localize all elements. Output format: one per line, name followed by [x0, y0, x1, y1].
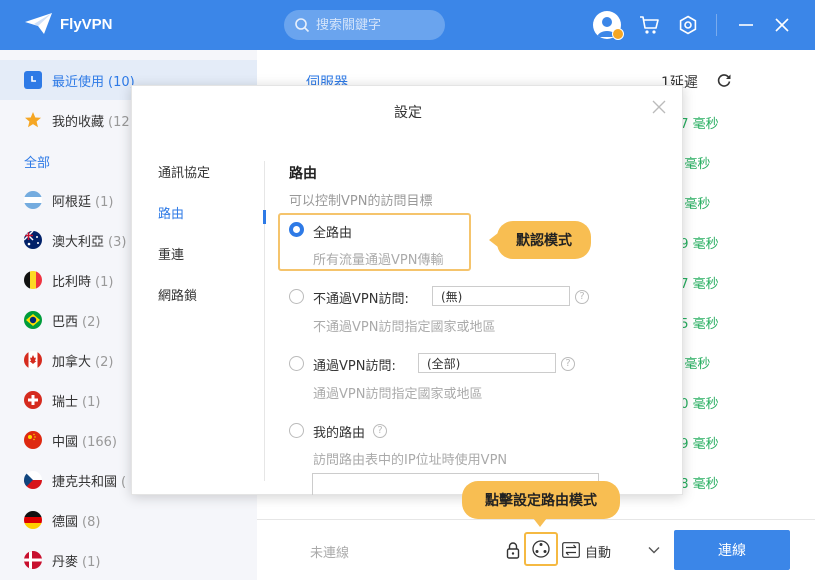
sidebar-item-count: (1): [95, 194, 114, 210]
section-subtitle: 可以控制VPN的訪問目標: [289, 194, 433, 209]
gear-icon: [679, 15, 697, 35]
brazil-flag-icon: [24, 311, 42, 329]
dialog-title: 設定: [394, 105, 422, 121]
route-mode-button[interactable]: [524, 532, 558, 566]
canada-flag-icon: [24, 351, 42, 369]
close-icon[interactable]: [650, 98, 668, 116]
option-label: 不通過VPN訪問:: [313, 292, 409, 307]
sidebar-item-label: 瑞士: [52, 394, 79, 410]
refresh-icon[interactable]: [716, 72, 732, 88]
china-flag-icon: [24, 431, 42, 449]
chevron-down-icon[interactable]: [648, 546, 660, 554]
section-title: 路由: [289, 166, 317, 182]
sidebar-item-count: (2): [82, 314, 101, 330]
sidebar-section-all[interactable]: 全部: [24, 152, 50, 171]
minimize-icon: [739, 24, 753, 26]
minimize-button[interactable]: [733, 12, 759, 38]
sidebar-item-count: (8): [82, 514, 101, 530]
radio-full-route[interactable]: [289, 222, 304, 237]
sidebar-item-label: 捷克共和國: [52, 474, 118, 490]
sidebar-item-label: 中國: [52, 434, 79, 450]
option-description: 不通過VPN訪問指定國家或地區: [313, 320, 496, 335]
settings-button[interactable]: [675, 12, 701, 38]
protocol-mode-select[interactable]: 自動: [585, 542, 611, 561]
denmark-flag-icon: [24, 551, 42, 569]
sidebar-item-count: (12: [108, 114, 130, 130]
search-input[interactable]: [316, 17, 436, 33]
paper-plane-icon: [25, 13, 52, 34]
option-description: 通過VPN訪問指定國家或地區: [313, 387, 483, 402]
sidebar-item-label: 比利時: [52, 274, 92, 290]
sidebar-item-denmark[interactable]: 丹麥 (1): [0, 540, 257, 580]
sidebar-item-count: (: [121, 474, 127, 490]
star-icon: [25, 112, 41, 128]
radio-via-vpn[interactable]: [289, 356, 304, 371]
option-label: 通過VPN訪問:: [313, 359, 396, 374]
default-mode-tooltip: 默認模式: [489, 221, 591, 259]
argentina-flag-icon: [24, 191, 42, 209]
option-description: 訪問路由表中的IP位址時使用VPN: [313, 453, 508, 468]
sidebar-item-label: 加拿大: [52, 354, 92, 370]
active-tab-indicator: [263, 210, 266, 224]
cart-icon: [640, 16, 659, 34]
sidebar-item-count: (2): [95, 354, 114, 370]
sidebar-item-label: 阿根廷: [52, 194, 92, 210]
connection-status: 未連線: [310, 546, 350, 561]
option-label: 我的路由: [313, 426, 366, 441]
germany-flag-icon: [24, 511, 42, 529]
clock-icon: [24, 71, 42, 89]
help-icon[interactable]: ?: [561, 357, 575, 371]
settings-tab-protocol[interactable]: 通訊協定: [158, 162, 210, 181]
dialog-divider: [264, 161, 265, 481]
search-icon: [295, 18, 310, 33]
sidebar-item-germany[interactable]: 德國 (8): [0, 500, 257, 540]
sidebar-item-count: (1): [82, 554, 101, 570]
via-countries-field[interactable]: [418, 353, 556, 373]
cart-button[interactable]: [636, 12, 662, 38]
titlebar-divider: [716, 14, 717, 36]
sidebar-item-label: 最近使用: [52, 74, 105, 90]
switzerland-flag-icon: [24, 391, 42, 409]
switch-icon[interactable]: [562, 542, 580, 558]
belgium-flag-icon: [24, 271, 42, 289]
sidebar-item-count: (1): [82, 394, 101, 410]
settings-tab-killswitch[interactable]: 網路鎖: [158, 285, 197, 304]
route-mode-tooltip: 點擊設定路由模式: [462, 481, 620, 527]
search-box[interactable]: [284, 10, 445, 40]
title-bar: FlyVPN: [0, 0, 815, 50]
sidebar-item-count: (1): [95, 274, 114, 290]
czech-flag-icon: [24, 471, 42, 489]
option-description: 所有流量通過VPN傳輸: [313, 253, 444, 268]
lock-icon[interactable]: [506, 541, 520, 559]
avatar-badge: [612, 28, 624, 40]
sidebar-item-label: 丹麥: [52, 554, 79, 570]
help-icon[interactable]: ?: [575, 290, 589, 304]
sidebar-item-count: (3): [108, 234, 127, 250]
sidebar-item-label: 澳大利亞: [52, 234, 105, 250]
route-icon: [532, 540, 550, 558]
australia-flag-icon: [24, 231, 42, 249]
bypass-countries-field[interactable]: [432, 286, 570, 306]
radio-bypass-vpn[interactable]: [289, 289, 304, 304]
option-label: 全路由: [313, 226, 353, 241]
sidebar-item-label: 德國: [52, 514, 79, 530]
close-window-button[interactable]: [769, 12, 795, 38]
sidebar-item-count: (166): [82, 434, 117, 450]
radio-my-route[interactable]: [289, 423, 304, 438]
connect-button[interactable]: 連線: [674, 530, 790, 570]
sidebar-item-label: 巴西: [52, 314, 79, 330]
settings-dialog: 設定 通訊協定 路由 重連 網路鎖 路由 可以控制VPN的訪問目標 全路由 所有…: [131, 85, 683, 495]
settings-tab-reconnect[interactable]: 重連: [158, 244, 184, 263]
app-logo: FlyVPN: [24, 12, 113, 36]
close-icon: [775, 18, 789, 32]
help-icon[interactable]: ?: [373, 424, 387, 438]
settings-tab-routing[interactable]: 路由: [158, 203, 184, 222]
app-name: FlyVPN: [60, 15, 113, 33]
sidebar-item-label: 我的收藏: [52, 114, 105, 130]
